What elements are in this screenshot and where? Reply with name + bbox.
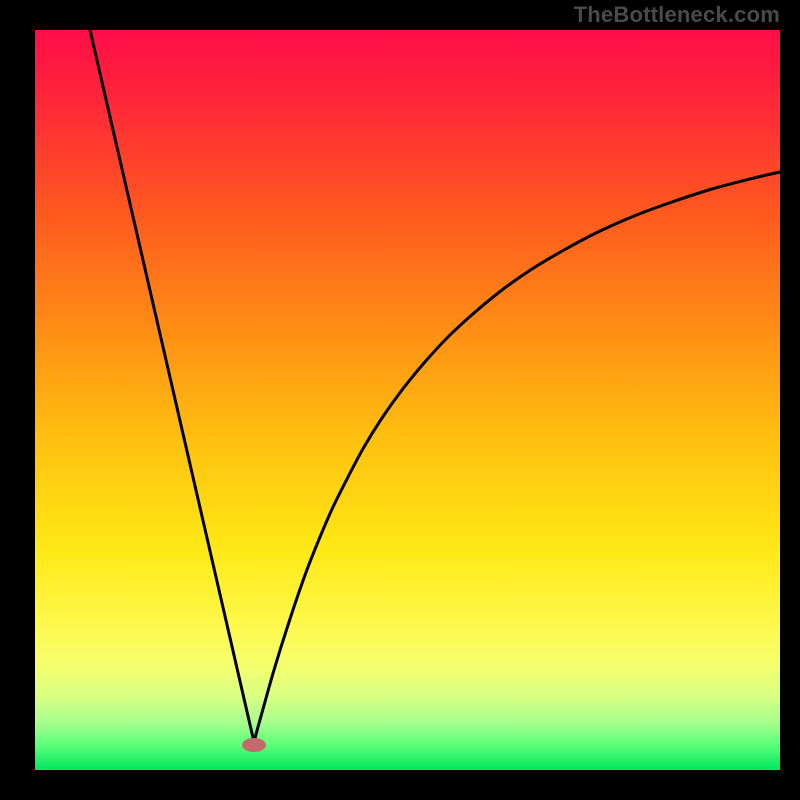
plot-background xyxy=(35,30,780,770)
bottleneck-chart xyxy=(0,0,800,800)
watermark-text: TheBottleneck.com xyxy=(574,2,780,28)
chart-frame: TheBottleneck.com xyxy=(0,0,800,800)
min-marker xyxy=(242,738,266,752)
